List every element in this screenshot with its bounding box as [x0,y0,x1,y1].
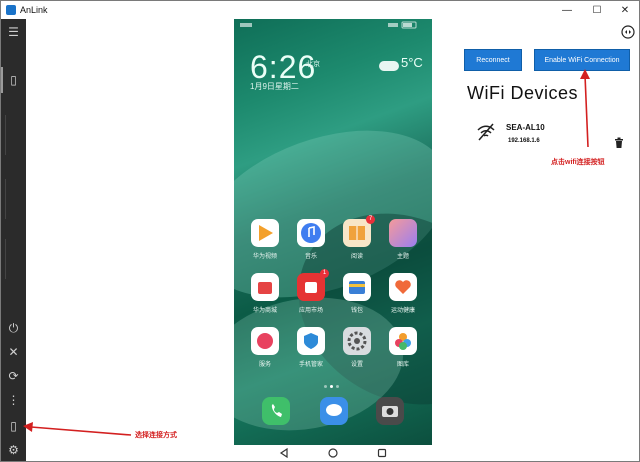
music-app-icon [297,219,325,247]
appgallery-app-icon: 1 [297,269,329,301]
app-item[interactable]: 7 阅读 [340,215,375,260]
phone-screen-mirror[interactable]: 6:26 北京 1月9日星期二 5°C 华为视频 音乐 7 阅读 主题 华为商城… [234,19,432,445]
camera-app-icon[interactable] [376,397,404,425]
sidebar-divider [5,115,6,155]
menu-icon[interactable]: ☰ [1,21,26,43]
sidebar: ☰ ▯ ⏻ ✕ ⟳ ⋮ ▯ ⚙ [1,19,26,461]
device-name[interactable]: SEA-AL10 [506,123,545,132]
reconnect-button[interactable]: Reconnect [464,49,522,71]
app-item[interactable]: 华为商城 [248,273,282,314]
app-item[interactable]: 设置 [340,327,374,368]
clock-location: 北京 [306,61,320,68]
maximize-button[interactable]: ☐ [583,1,611,19]
page-dot [324,385,327,388]
app-item[interactable]: 手机管家 [294,327,328,368]
app-label: 阅读 [350,254,363,260]
notification-badge: 1 [320,269,329,278]
app-label: 手机管家 [298,362,323,368]
theme-app-icon [389,219,417,247]
phone-manager-app-icon [297,327,325,355]
more-icon[interactable]: ⋮ [1,389,26,411]
phone-dock [256,397,416,433]
app-item[interactable]: 华为视频 [248,219,282,260]
settings-app-icon [343,327,371,355]
weather-widget: 5°C [379,55,427,85]
recents-nav-icon[interactable] [376,447,388,459]
app-label: 主题 [396,254,409,260]
screen-record-icon[interactable] [621,25,635,39]
app-label: 图库 [396,362,409,368]
window-title: AnLink [20,5,48,15]
messages-app-icon[interactable] [320,397,348,425]
service-app-icon [251,327,279,355]
wifi-devices-title: WiFi Devices [467,83,579,103]
annotation-wifi-note: 点击wifi连接按钮 [551,159,605,166]
annotation-mode-note: 选择连接方式 [135,432,177,439]
home-nav-icon[interactable] [327,447,339,459]
wallet-app-icon [343,273,371,301]
wifi-off-device-icon [477,123,495,141]
page-dot-active [330,385,333,388]
app-item[interactable]: 图库 [386,327,420,368]
app-logo-icon [6,5,16,15]
screen-off-icon[interactable]: ✕ [1,341,26,363]
sidebar-divider [5,239,6,279]
app-label: 应用市场 [298,308,323,314]
settings-icon[interactable]: ⚙ [1,439,26,461]
lockscreen-date: 1月9日星期二 [250,82,299,91]
power-icon[interactable]: ⏻ [1,317,26,339]
app-item[interactable]: 运动健康 [386,273,420,314]
annotation-arrow-left [23,422,132,436]
book-app-icon: 7 [343,215,375,247]
app-label: 运动健康 [390,308,415,314]
app-label: 音乐 [304,254,317,260]
back-nav-icon[interactable] [278,447,290,459]
app-item[interactable]: 1 应用市场 [294,269,329,314]
app-item[interactable]: 主题 [386,219,420,260]
page-dot [336,385,339,388]
phone-device-icon[interactable]: ▯ [1,69,26,91]
app-label: 服务 [258,362,271,368]
minimize-button[interactable]: — [553,1,581,19]
trash-icon[interactable] [613,137,625,149]
app-item[interactable]: 音乐 [294,219,328,260]
store-app-icon [251,273,279,301]
close-button[interactable]: ✕ [611,1,639,19]
enable-wifi-connection-button[interactable]: Enable WiFi Connection [534,49,630,71]
rotate-icon[interactable]: ⟳ [1,365,26,387]
title-bar: AnLink — ☐ ✕ [1,1,639,19]
app-item[interactable]: 钱包 [340,273,374,314]
sidebar-divider [5,179,6,219]
app-item[interactable]: 服务 [248,327,282,368]
app-label: 钱包 [350,308,363,314]
annotation-arrow-up [580,69,590,148]
app-window: AnLink — ☐ ✕ ☰ ▯ ⏻ ✕ ⟳ ⋮ ▯ ⚙ 6:26 北京 1月9… [0,0,640,462]
app-label: 华为商城 [252,308,277,314]
page-indicator [324,385,339,388]
app-label: 设置 [350,362,363,368]
phone-app-icon[interactable] [262,397,290,425]
notification-badge: 7 [366,215,375,224]
gallery-app-icon [389,327,417,355]
health-app-icon [389,273,417,301]
video-app-icon [251,219,279,247]
phone-status-bar [240,21,417,29]
cloud-icon [379,61,399,71]
temperature: 5°C [401,55,423,70]
device-ip: 192.168.1.6 [508,138,540,144]
app-label: 华为视频 [252,254,277,260]
